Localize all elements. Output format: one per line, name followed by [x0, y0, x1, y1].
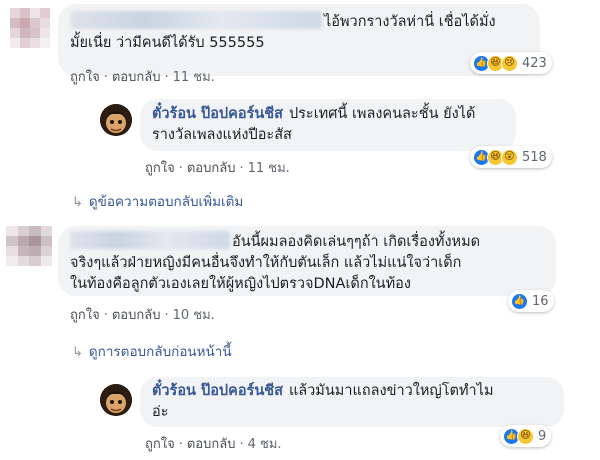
comment-actions: ถูกใจ · ตอบกลับ · 10 ชม. [70, 308, 215, 323]
reply-text-line-2: รางวัลเพลงแห่งปีอะสัส [152, 127, 292, 143]
reply-author[interactable]: ตั๋วร้อน ป๊อปคอร์นชีส [152, 383, 283, 399]
like-button[interactable]: ถูกใจ [70, 308, 100, 323]
wow-icon: 😮 [501, 148, 518, 166]
reaction-count: 16 [532, 293, 549, 309]
reply-arrow-icon: ↳ [72, 195, 83, 210]
reply-button[interactable]: ตอบกลับ [187, 437, 236, 452]
comment-text: อันนี้ผมลองคิดเล่นๆๆถ้า เกิดเรื่องทั้งหม… [232, 234, 481, 250]
comment-text-line-2: จริงๆแล้วฝ่ายหญิงมีคนอื่นจึงทำให้กับตันเ… [70, 255, 462, 271]
avatar-blurred[interactable] [10, 8, 50, 48]
reply-actions: ถูกใจ · ตอบกลับ · 11 ชม. [145, 161, 290, 176]
like-icon: 👍 [511, 292, 528, 310]
blurred-author-name[interactable] [70, 11, 322, 29]
more-replies-link[interactable]: ↳ ดูข้อความตอบกลับเพิ่มเติม [72, 190, 243, 212]
reaction-summary[interactable]: 👍 😆 😢 423 [470, 52, 552, 74]
comment-text-line-3: ในท้องคือลูกตัวเองเลยให้ผู้หญิงไปตรวจDNA… [70, 276, 411, 292]
reply-text: แล้วมันมาแถลงข่าวใหญ่โตทำไม [288, 383, 494, 399]
like-button[interactable]: ถูกใจ [145, 161, 175, 176]
like-button[interactable]: ถูกใจ [70, 70, 100, 85]
previous-replies-link[interactable]: ↳ ดูการตอบกลับก่อนหน้านี้ [72, 340, 232, 362]
timestamp[interactable]: 10 ชม. [173, 308, 215, 323]
comment-text: ไอ้พวกรางวัลห่านี่ เชื่อได้มั่ง [324, 14, 496, 30]
reply-bubble: ตั๋วร้อน ป๊อปคอร์นชีส แล้วมันมาแถลงข่าวให… [140, 377, 564, 427]
reply-button[interactable]: ตอบกลับ [187, 161, 236, 176]
comment-text-line-2: มั้ยเนี่ย ว่ามีคนดีได้รับ 555555 [70, 35, 265, 51]
reply-arrow-icon: ↳ [72, 345, 83, 360]
timestamp[interactable]: 11 ชม. [248, 161, 290, 176]
reaction-summary[interactable]: 👍 😆 9 [500, 425, 552, 447]
haha-icon: 😆 [517, 427, 534, 445]
comment-actions: ถูกใจ · ตอบกลับ · 11 ชม. [70, 70, 215, 85]
sad-icon: 😢 [501, 54, 518, 72]
reply-author[interactable]: ตั๋วร้อน ป๊อปคอร์นชีส [152, 106, 283, 122]
reaction-count: 518 [522, 149, 547, 165]
reaction-summary[interactable]: 👍 16 [508, 290, 554, 312]
reply-actions: ถูกใจ · ตอบกลับ · 4 ชม. [145, 437, 282, 452]
reply-button[interactable]: ตอบกลับ [112, 308, 161, 323]
blurred-author-name[interactable] [70, 231, 230, 249]
comment-bubble: อันนี้ผมลองคิดเล่นๆๆถ้า เกิดเรื่องทั้งหม… [58, 226, 556, 296]
timestamp[interactable]: 4 ชม. [248, 437, 282, 452]
reaction-summary[interactable]: 👍 😆 😮 518 [470, 146, 552, 168]
reply-text-line-2: อ่ะ [152, 404, 169, 420]
avatar-popcorn[interactable] [100, 384, 132, 416]
reaction-count: 9 [538, 428, 547, 444]
avatar-popcorn[interactable] [100, 104, 132, 136]
reply-button[interactable]: ตอบกลับ [112, 70, 161, 85]
reaction-count: 423 [522, 55, 547, 71]
like-button[interactable]: ถูกใจ [145, 437, 175, 452]
reply-text: ประเทศนี้ เพลงคนละชั้น ยังได้ [288, 106, 476, 122]
avatar-blurred[interactable] [6, 226, 52, 266]
timestamp[interactable]: 11 ชม. [173, 70, 215, 85]
reply-bubble: ตั๋วร้อน ป๊อปคอร์นชีส ประเทศนี้ เพลงคนละช… [140, 99, 516, 151]
